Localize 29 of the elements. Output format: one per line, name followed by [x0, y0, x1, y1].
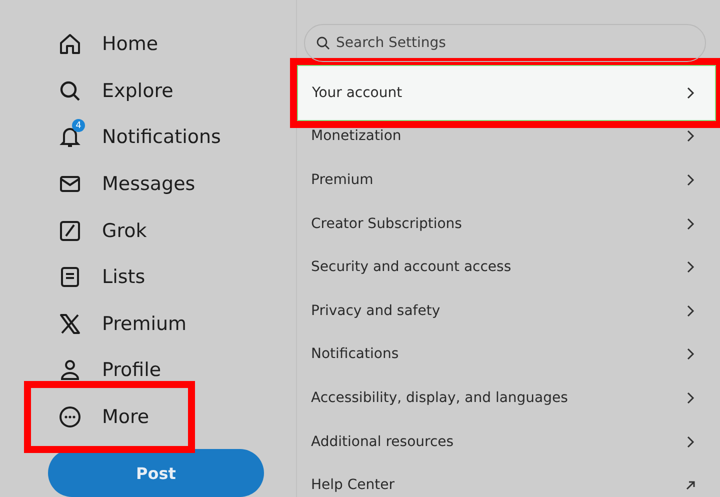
nav-item[interactable]: Messages [37, 160, 202, 208]
settings-item[interactable]: Privacy and safety [297, 288, 720, 333]
settings-item[interactable]: Security and account access [297, 245, 720, 289]
settings-item[interactable]: Creator Subscriptions [297, 202, 720, 246]
home-icon [58, 32, 82, 56]
search-field[interactable]: Search Settings [304, 24, 706, 62]
settings-item[interactable]: Accessibility, display, and languages [297, 376, 720, 420]
nav-item[interactable]: Home [37, 21, 182, 68]
nav-item[interactable]: Grok [37, 207, 182, 254]
nav-item[interactable]: Lists [37, 254, 182, 300]
settings-item[interactable]: Premium [297, 158, 720, 202]
settings-item[interactable]: Additional resources [297, 420, 720, 464]
count-badge: 4 [72, 119, 85, 132]
search-icon [58, 78, 82, 103]
nav-item[interactable]: Explore [37, 68, 182, 114]
x-icon [58, 312, 82, 336]
person-icon [58, 358, 82, 382]
nav-item[interactable]: Premium [37, 300, 193, 348]
settings-item[interactable]: Help Center [297, 463, 720, 497]
nav-item[interactable]: Notifications 4 [37, 114, 227, 161]
slash-square-icon [58, 218, 82, 243]
nav-item[interactable]: Profile [37, 347, 182, 394]
more-icon [58, 404, 82, 429]
settings-item[interactable]: Notifications [297, 332, 720, 376]
search-icon [316, 36, 330, 50]
external-link-icon [684, 479, 696, 492]
list-icon [58, 265, 82, 290]
post-button[interactable]: Post [48, 449, 264, 497]
nav-item[interactable]: More [37, 394, 182, 440]
